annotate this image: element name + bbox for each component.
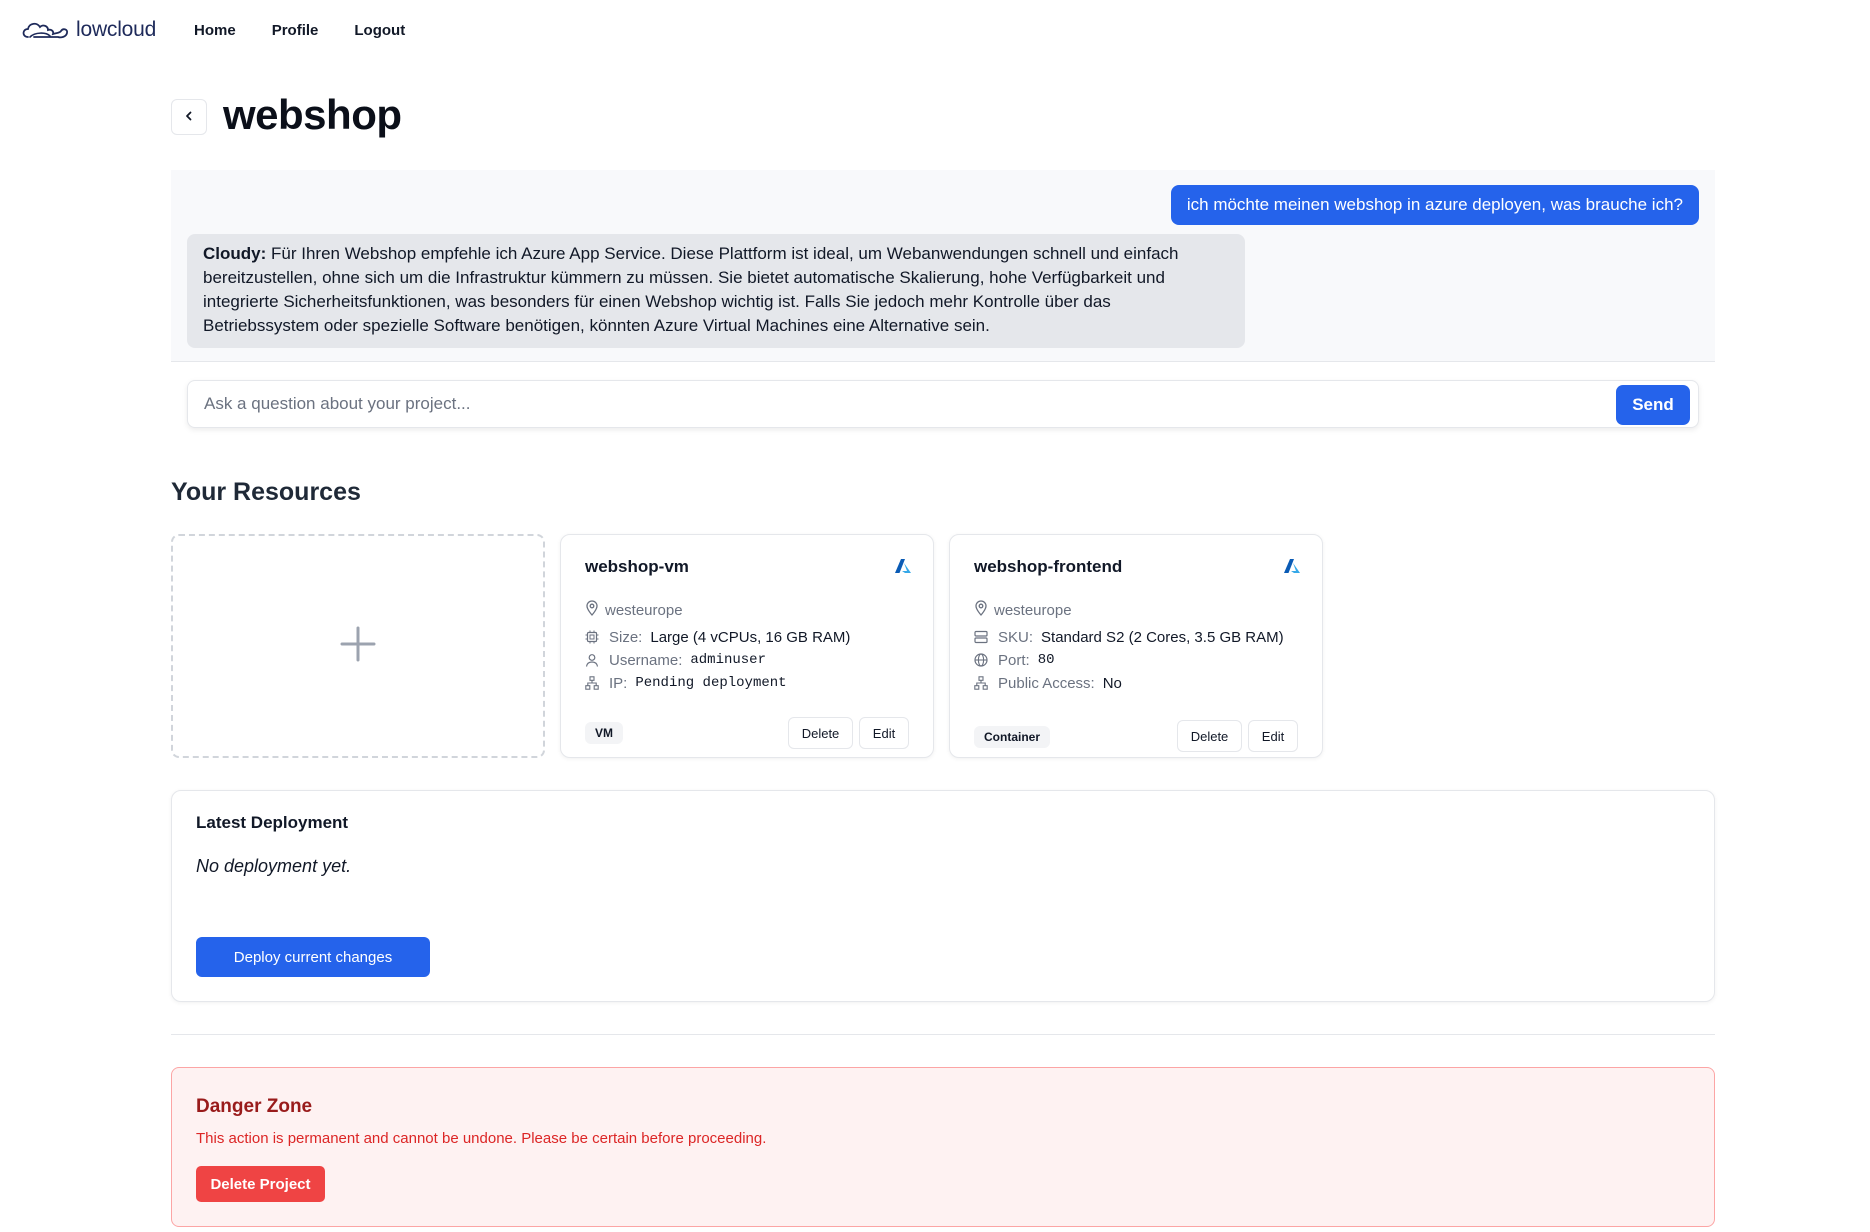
chevron-left-icon — [183, 110, 195, 125]
resource-row-sku: SKU: Standard S2 (2 Cores, 3.5 GB RAM) — [974, 626, 1284, 648]
globe-icon — [974, 653, 992, 667]
cpu-icon — [585, 630, 603, 644]
resource-details: SKU: Standard S2 (2 Cores, 3.5 GB RAM) P… — [974, 626, 1284, 695]
resource-location-text: westeurope — [994, 601, 1072, 619]
logo[interactable]: lowcloud — [20, 18, 156, 42]
bot-message: Cloudy: Für Ihren Webshop empfehle ich A… — [187, 234, 1245, 348]
resource-row-value: Pending deployment — [635, 675, 787, 691]
resource-row-label: Username: — [609, 651, 683, 669]
top-nav: lowcloud Home Profile Logout — [0, 0, 1870, 64]
back-button[interactable] — [171, 99, 207, 135]
resource-row-value: Standard S2 (2 Cores, 3.5 GB RAM) — [1041, 628, 1284, 646]
divider — [171, 1034, 1715, 1035]
resource-row-label: IP: — [609, 674, 628, 692]
map-pin-icon — [974, 600, 988, 620]
nav-home-link[interactable]: Home — [194, 22, 236, 39]
edit-resource-button[interactable]: Edit — [859, 717, 909, 749]
deployment-title: Latest Deployment — [196, 813, 349, 832]
network-icon — [974, 676, 992, 690]
nav-profile-link[interactable]: Profile — [272, 22, 319, 39]
resource-row-label: SKU: — [998, 628, 1034, 646]
ask-input[interactable] — [204, 381, 1584, 427]
resource-name: webshop-frontend — [974, 557, 1123, 576]
resource-row-size: Size: Large (4 vCPUs, 16 GB RAM) — [585, 626, 850, 648]
nav-logout-link[interactable]: Logout — [354, 22, 405, 39]
network-icon — [585, 676, 603, 690]
resource-row-username: Username: adminuser — [585, 649, 850, 671]
resource-card-webshop-frontend: webshop-frontend westeurope SKU: Standar… — [949, 534, 1323, 758]
danger-zone-title: Danger Zone — [196, 1096, 313, 1117]
resource-type-badge: VM — [585, 722, 623, 744]
add-resource-card[interactable] — [171, 534, 545, 758]
resource-card-webshop-vm: webshop-vm westeurope Size: Large (4 vCP… — [560, 534, 934, 758]
delete-project-button[interactable]: Delete Project — [196, 1166, 325, 1202]
resource-location: westeurope — [585, 600, 683, 620]
azure-icon — [1284, 559, 1300, 578]
azure-icon — [895, 559, 911, 578]
deployment-status: No deployment yet. — [196, 856, 352, 876]
resource-row-value: No — [1102, 674, 1122, 692]
resource-name: webshop-vm — [585, 557, 689, 576]
logo-text: lowcloud — [76, 18, 157, 41]
resources-title: Your Resources — [171, 478, 361, 506]
resource-row-label: Port: — [998, 651, 1030, 669]
user-icon — [585, 653, 603, 667]
delete-resource-button[interactable]: Delete — [788, 717, 853, 749]
resource-row-value: adminuser — [690, 652, 766, 668]
resource-location-text: westeurope — [605, 601, 683, 619]
send-button[interactable]: Send — [1616, 385, 1690, 425]
bot-message-text: Für Ihren Webshop empfehle ich Azure App… — [203, 244, 1179, 335]
resource-row-value: Large (4 vCPUs, 16 GB RAM) — [650, 628, 851, 646]
deploy-button[interactable]: Deploy current changes — [196, 937, 430, 977]
resource-row-label: Public Access: — [998, 674, 1095, 692]
resource-row-port: Port: 80 — [974, 649, 1284, 671]
resource-details: Size: Large (4 vCPUs, 16 GB RAM) Usernam… — [585, 626, 850, 695]
user-message: ich möchte meinen webshop in azure deplo… — [1170, 185, 1699, 225]
resource-row-ip: IP: Pending deployment — [585, 672, 850, 694]
edit-resource-button[interactable]: Edit — [1248, 720, 1298, 752]
resource-row-public-access: Public Access: No — [974, 672, 1284, 694]
resource-location: westeurope — [974, 600, 1072, 620]
ask-box: Send — [187, 380, 1699, 428]
bot-name: Cloudy: — [203, 244, 267, 263]
plus-icon — [338, 624, 378, 669]
chat-panel: ich möchte meinen webshop in azure deplo… — [171, 170, 1715, 362]
resource-row-value: 80 — [1037, 652, 1055, 668]
page-title: webshop — [223, 91, 402, 138]
delete-resource-button[interactable]: Delete — [1177, 720, 1242, 752]
nav-links: Home Profile Logout — [194, 22, 405, 39]
resource-type-badge: Container — [974, 726, 1051, 748]
map-pin-icon — [585, 600, 599, 620]
cloud-logo-icon — [20, 18, 70, 42]
latest-deployment-card: Latest Deployment No deployment yet. Dep… — [171, 790, 1715, 1002]
danger-zone: Danger Zone This action is permanent and… — [171, 1067, 1715, 1227]
server-icon — [974, 630, 992, 644]
resource-row-label: Size: — [609, 628, 643, 646]
danger-zone-text: This action is permanent and cannot be u… — [196, 1130, 767, 1147]
